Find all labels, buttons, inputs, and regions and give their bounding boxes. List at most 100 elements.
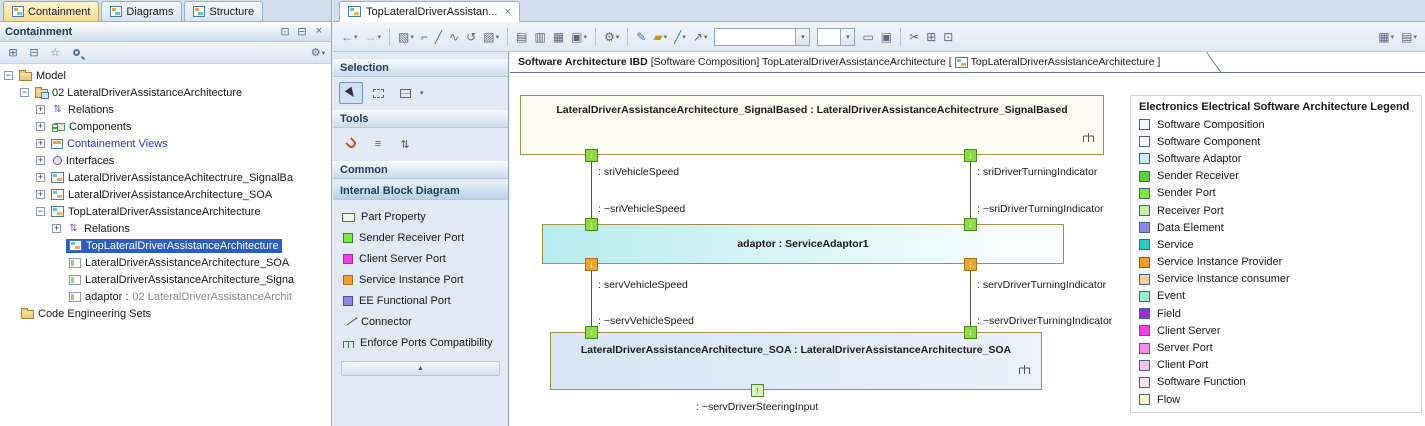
legend-item[interactable]: Event <box>1139 288 1413 305</box>
panel-close-icon[interactable]: × <box>312 25 326 38</box>
toolbox-collapse-button[interactable]: ▲ <box>341 361 500 376</box>
reset-layout-button[interactable]: ↺ <box>463 26 479 48</box>
arrow-style-button[interactable]: ↗▾ <box>690 26 711 48</box>
legend-item[interactable]: Sender Port <box>1139 185 1413 202</box>
panel-settings-button[interactable]: ⚙▾ <box>309 44 327 62</box>
tree-item[interactable]: +Containement Views <box>0 135 331 152</box>
tool-client-server-port[interactable]: Client Server Port <box>333 248 508 269</box>
port-adaptor-sriDriverTurningIndicator[interactable]: ↓ <box>964 218 977 231</box>
select-tool-button[interactable] <box>339 82 363 104</box>
panel-minimize-icon[interactable]: ⊟ <box>295 25 309 38</box>
port-soa-servDriverSteeringInput[interactable]: ↑ <box>751 384 764 397</box>
tab-structure[interactable]: Structure <box>184 1 263 21</box>
tree-item[interactable]: +⇅Relations <box>0 220 331 237</box>
port-adaptor-servVehicleSpeed[interactable]: ↓ <box>585 258 598 271</box>
document-tab[interactable]: TopLateralDriverAssistan... × <box>339 1 520 22</box>
port-soa-servDriverTurningIndicator[interactable]: ↓ <box>964 326 977 339</box>
port-sriDriverTurningIndicator[interactable]: ↓ <box>964 149 977 162</box>
legend-item[interactable]: Service <box>1139 236 1413 253</box>
legend-item[interactable]: Service Instance Provider <box>1139 254 1413 271</box>
tree-item[interactable]: +Components <box>0 118 331 135</box>
port-label[interactable]: : ~servDriverSteeringInput <box>696 401 818 413</box>
expand-toggle-icon[interactable]: + <box>36 122 45 131</box>
collapse-tree-button[interactable]: ⊟ <box>25 44 43 62</box>
layout-tool-button[interactable]: ▧▾ <box>395 26 417 48</box>
fill-color-button[interactable]: ▰▾ <box>650 26 670 48</box>
expand-toggle-icon[interactable]: + <box>36 156 45 165</box>
cut-button[interactable]: ✂ <box>906 26 922 48</box>
show-matrix-button[interactable]: ▦ <box>550 26 567 48</box>
window-list-button[interactable]: ▤▾ <box>1398 26 1420 48</box>
tool-enforce-ports-compatibility[interactable]: Enforce Ports Compatibility <box>333 332 508 353</box>
tab-diagrams[interactable]: Diagrams <box>101 1 182 21</box>
selection-tools-dropdown[interactable]: ▾ <box>420 89 424 97</box>
port-label[interactable]: : ~sriDriverTurningIndicator <box>977 203 1104 215</box>
note-tool-button[interactable]: ▭ <box>859 26 876 48</box>
port-label[interactable]: : servDriverTurningIndicator <box>977 279 1106 291</box>
port-adaptor-servDriverTurningIndicator[interactable]: ↓ <box>964 258 977 271</box>
expand-toggle-icon[interactable]: + <box>36 190 45 199</box>
edit-tool-button[interactable]: ✎ <box>633 26 649 48</box>
expand-toggle-icon[interactable]: + <box>36 139 45 148</box>
expand-toggle-icon[interactable]: − <box>4 71 13 80</box>
tree-item[interactable]: TopLateralDriverAssistanceArchitecture <box>0 237 331 254</box>
favorites-button[interactable]: ☆ <box>46 44 64 62</box>
legend-item[interactable]: Client Port <box>1139 357 1413 374</box>
port-label[interactable]: : ~sriVehicleSpeed <box>598 203 685 215</box>
diagram-canvas[interactable]: LateralDriverAssistanceArchitecture_Sign… <box>510 73 1425 426</box>
legend-item[interactable]: Service Instance consumer <box>1139 271 1413 288</box>
chevron-down-icon[interactable]: ▾ <box>795 29 809 45</box>
port-sriVehicleSpeed[interactable]: ↓ <box>585 149 598 162</box>
toolbox-section-internal-block-diagram[interactable]: Internal Block Diagram <box>333 181 508 200</box>
zoom-combobox[interactable]: ▾ <box>714 28 810 46</box>
legend-item[interactable]: Software Adaptor <box>1139 150 1413 167</box>
legend-item[interactable]: Client Server <box>1139 322 1413 339</box>
chevron-down-icon[interactable]: ▾ <box>840 29 854 45</box>
expand-tree-button[interactable]: ⊞ <box>4 44 22 62</box>
expand-toggle-icon[interactable]: + <box>36 105 45 114</box>
search-button[interactable] <box>67 44 85 62</box>
port-label[interactable]: : ~servVehicleSpeed <box>598 315 694 327</box>
line-color-button[interactable]: ╱▾ <box>671 26 689 48</box>
paste-button[interactable]: ⊞ <box>923 26 939 48</box>
tree-item[interactable]: −02 LateralDriverAssistanceArchitecture <box>0 84 331 101</box>
legend-item[interactable]: Software Composition <box>1139 116 1413 133</box>
legend-item[interactable]: Data Element <box>1139 219 1413 236</box>
align-tool-button[interactable]: ≡ <box>366 133 390 155</box>
polyline-tool-button[interactable]: ⌐ <box>418 26 431 48</box>
tree-item[interactable]: +Interfaces <box>0 152 331 169</box>
legend-item[interactable]: Flow <box>1139 391 1413 408</box>
tool-service-instance-port[interactable]: Service Instance Port <box>333 269 508 290</box>
port-label[interactable]: : ~servDriverTurningIndicator <box>977 315 1112 327</box>
connector-sriVehicleSpeed[interactable] <box>591 161 592 218</box>
window-layout-button[interactable]: ▦▾ <box>1375 26 1397 48</box>
block-adaptor[interactable]: adaptor : ServiceAdaptor1 <box>542 224 1064 264</box>
expand-toggle-icon[interactable]: − <box>20 88 29 97</box>
tree-item[interactable]: Code Engineering Sets <box>0 305 331 322</box>
toolbox-section-tools[interactable]: Tools <box>333 109 508 128</box>
tool-part-property[interactable]: Part Property <box>333 206 508 227</box>
legend-item[interactable]: Software Component <box>1139 133 1413 150</box>
tool-connector[interactable]: Connector <box>333 311 508 332</box>
line-tool-button[interactable]: ╱ <box>432 26 445 48</box>
legend-item[interactable]: Field <box>1139 305 1413 322</box>
options-button[interactable]: ⚙▾ <box>601 26 622 48</box>
legend-item[interactable]: Receiver Port <box>1139 202 1413 219</box>
legend-item[interactable]: Server Port <box>1139 339 1413 356</box>
magnet-tool-button[interactable] <box>339 133 363 155</box>
tree-item[interactable]: LateralDriverAssistanceArchitecture_SOA <box>0 254 331 271</box>
expand-toggle-icon[interactable]: + <box>52 224 61 233</box>
tree-item[interactable]: +LateralDriverAssistanceAchitectrure_Sig… <box>0 169 331 186</box>
scale-combobox[interactable]: ▾ <box>817 28 855 46</box>
tool-sender-receiver-port[interactable]: Sender Receiver Port <box>333 227 508 248</box>
tree-item[interactable]: +⇅Relations <box>0 101 331 118</box>
nav-back-button[interactable]: ←▾ <box>338 26 361 48</box>
block-signalbased[interactable]: LateralDriverAssistanceArchitecture_Sign… <box>520 95 1104 155</box>
port-adaptor-sriVehicleSpeed[interactable]: ↓ <box>585 218 598 231</box>
expand-toggle-icon[interactable]: − <box>36 207 45 216</box>
toolbox-section-common[interactable]: Common <box>333 160 508 179</box>
nav-forward-button[interactable]: →▾ <box>362 26 385 48</box>
tab-close-icon[interactable]: × <box>504 6 510 18</box>
tree-item[interactable]: adaptor : 02 LateralDriverAssistanceArch… <box>0 288 331 305</box>
connector-sriDriverTurningIndicator[interactable] <box>970 161 971 218</box>
